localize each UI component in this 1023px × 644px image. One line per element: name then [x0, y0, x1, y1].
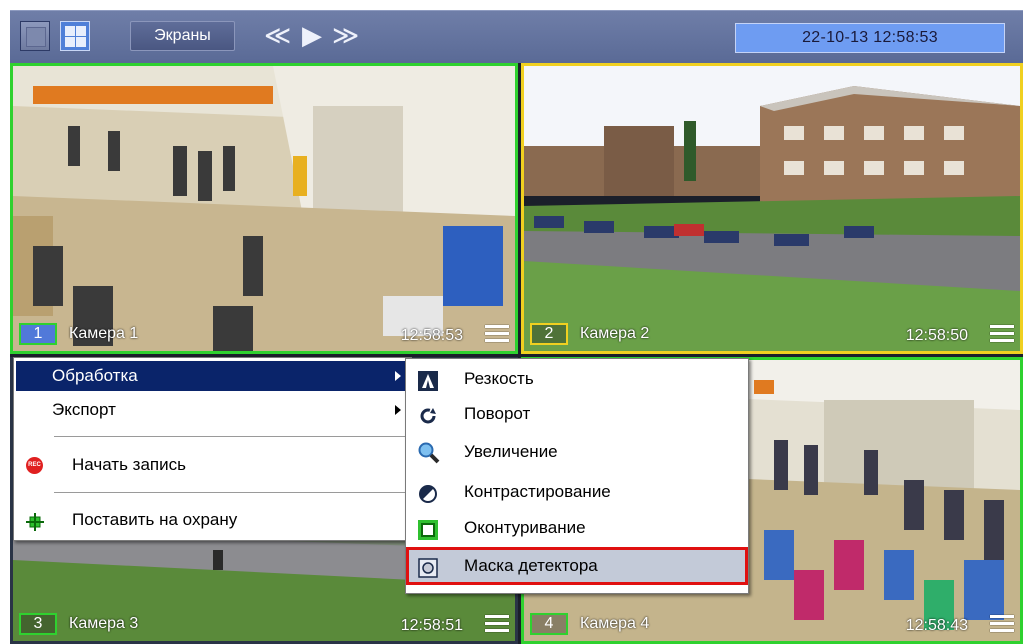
submenu-item-label: Увеличение [464, 442, 558, 461]
camera-name: Камера 1 [69, 325, 139, 342]
camera-time: 12:58:51 [400, 617, 463, 634]
submenu-item-detector-mask[interactable]: Маска детектора [406, 547, 748, 585]
camera-2-image [524, 66, 1020, 351]
zoom-icon [418, 442, 440, 464]
camera-time: 12:58:50 [905, 327, 968, 344]
screens-button[interactable]: Экраны [130, 21, 235, 51]
submenu-item-rotate[interactable]: Поворот [408, 397, 746, 431]
camera-menu-icon[interactable] [485, 325, 509, 343]
camera-time: 12:58:53 [400, 327, 463, 344]
camera-name: Камера 3 [69, 615, 139, 632]
menu-separator [54, 436, 407, 438]
submenu-item-contour[interactable]: Оконтуривание [408, 511, 746, 545]
submenu-item-label: Поворот [464, 404, 531, 423]
grid-view-icon[interactable] [60, 21, 90, 51]
contrast-icon [418, 482, 438, 503]
contour-icon [418, 518, 438, 540]
submenu-arrow-icon [395, 371, 401, 381]
camera-2-view[interactable]: 2 Камера 2 12:58:50 [521, 63, 1023, 354]
play-icon[interactable]: ▶ [302, 19, 322, 51]
camera-name: Камера 4 [580, 615, 650, 632]
menu-item-arm[interactable]: Поставить на охрану [16, 505, 409, 535]
camera-time: 12:58:43 [905, 617, 968, 634]
menu-item-export[interactable]: Экспорт [16, 395, 409, 425]
camera-1-image [13, 66, 515, 351]
camera-1-view[interactable]: 1 Камера 1 12:58:53 [10, 63, 518, 354]
camera-menu-icon[interactable] [485, 615, 509, 633]
menu-item-label: Экспорт [52, 400, 116, 419]
rotate-icon [418, 404, 438, 424]
menu-item-processing[interactable]: Обработка [16, 361, 409, 391]
camera-number: 2 [530, 323, 568, 345]
next-icon[interactable]: ≫ [332, 19, 359, 51]
camera-number: 1 [19, 323, 57, 345]
sharpness-icon [418, 369, 438, 391]
detector-mask-icon [418, 556, 438, 578]
camera-number: 3 [19, 613, 57, 635]
processing-submenu: Резкость Поворот Увеличение Контрастиров… [405, 358, 749, 594]
menu-item-label: Начать запись [72, 455, 186, 474]
prev-icon[interactable]: ≪ [264, 19, 291, 51]
single-view-icon[interactable] [20, 21, 50, 51]
submenu-item-contrast[interactable]: Контрастирование [408, 475, 746, 509]
datetime-display: 22-10-13 12:58:53 [735, 23, 1005, 53]
camera-menu-icon[interactable] [990, 615, 1014, 633]
menu-item-start-recording[interactable]: REC Начать запись [16, 450, 409, 480]
camera-menu-icon[interactable] [990, 325, 1014, 343]
submenu-item-zoom[interactable]: Увеличение [408, 435, 746, 469]
camera-name: Камера 2 [580, 325, 650, 342]
menu-item-label: Обработка [52, 366, 138, 385]
menu-separator [54, 492, 407, 494]
submenu-item-label: Оконтуривание [464, 518, 586, 537]
submenu-item-label: Контрастирование [464, 482, 611, 501]
camera-number: 4 [530, 613, 568, 635]
rec-icon: REC [26, 457, 43, 474]
submenu-item-sharpness[interactable]: Резкость [408, 362, 746, 396]
submenu-item-label: Маска детектора [464, 556, 598, 575]
toolbar: Экраны ≪ ▶ ≫ 22-10-13 12:58:53 [10, 10, 1023, 63]
submenu-item-label: Резкость [464, 369, 534, 388]
camera-context-menu: Обработка Экспорт REC Начать запись Пост… [13, 357, 412, 541]
submenu-arrow-icon [395, 405, 401, 415]
menu-item-label: Поставить на охрану [72, 510, 238, 529]
arm-icon [26, 511, 44, 531]
